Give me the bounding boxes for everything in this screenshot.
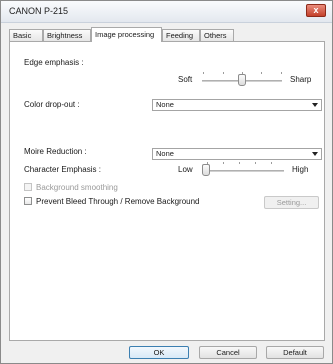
title-bar: CANON P-215 x: [1, 1, 332, 23]
edge-tick: [223, 72, 224, 74]
edge-soft-label: Soft: [178, 75, 193, 84]
moire-reduction-value: None: [156, 149, 174, 158]
edge-tick: [203, 72, 204, 74]
character-low-label: Low: [178, 165, 193, 174]
color-dropout-label: Color drop-out :: [24, 100, 80, 109]
character-tick: [271, 162, 272, 164]
character-tick: [239, 162, 240, 164]
character-emphasis-label: Character Emphasis :: [24, 165, 101, 174]
tab-brightness[interactable]: Brightness: [43, 29, 91, 41]
background-smoothing-checkbox[interactable]: [24, 183, 32, 191]
close-icon: x: [313, 5, 319, 15]
tab-feeding[interactable]: Feeding: [162, 29, 200, 41]
setting-button[interactable]: Setting...: [264, 196, 319, 209]
prevent-bleed-label: Prevent Bleed Through / Remove Backgroun…: [36, 197, 200, 206]
chevron-down-icon: [312, 152, 318, 156]
window-title: CANON P-215: [9, 6, 69, 16]
edge-slider-thumb[interactable]: [238, 74, 246, 86]
color-dropout-select[interactable]: None: [152, 99, 322, 111]
scanner-properties-dialog: CANON P-215 x Basic Brightness Image pro…: [0, 0, 333, 364]
moire-reduction-label: Moire Reduction :: [24, 147, 87, 156]
tab-image-processing[interactable]: Image processing: [91, 27, 162, 42]
edge-emphasis-label: Edge emphasis :: [24, 58, 84, 67]
character-slider-track: [206, 170, 284, 172]
edge-tick: [281, 72, 282, 74]
color-dropout-value: None: [156, 100, 174, 109]
ok-button[interactable]: OK: [129, 346, 189, 359]
background-smoothing-label: Background smoothing: [36, 183, 118, 192]
character-tick: [223, 162, 224, 164]
character-tick: [255, 162, 256, 164]
moire-reduction-select[interactable]: None: [152, 148, 322, 160]
cancel-button[interactable]: Cancel: [199, 346, 257, 359]
character-high-label: High: [292, 165, 309, 174]
tab-basic[interactable]: Basic: [9, 29, 43, 41]
edge-sharp-label: Sharp: [290, 75, 312, 84]
close-button[interactable]: x: [306, 4, 326, 17]
default-button[interactable]: Default: [266, 346, 324, 359]
tab-others[interactable]: Others: [200, 29, 234, 41]
character-slider-thumb[interactable]: [202, 164, 210, 176]
image-processing-panel: Edge emphasis : Soft Sharp Color drop-ou…: [9, 41, 325, 341]
prevent-bleed-checkbox[interactable]: [24, 197, 32, 205]
edge-tick: [261, 72, 262, 74]
chevron-down-icon: [312, 103, 318, 107]
